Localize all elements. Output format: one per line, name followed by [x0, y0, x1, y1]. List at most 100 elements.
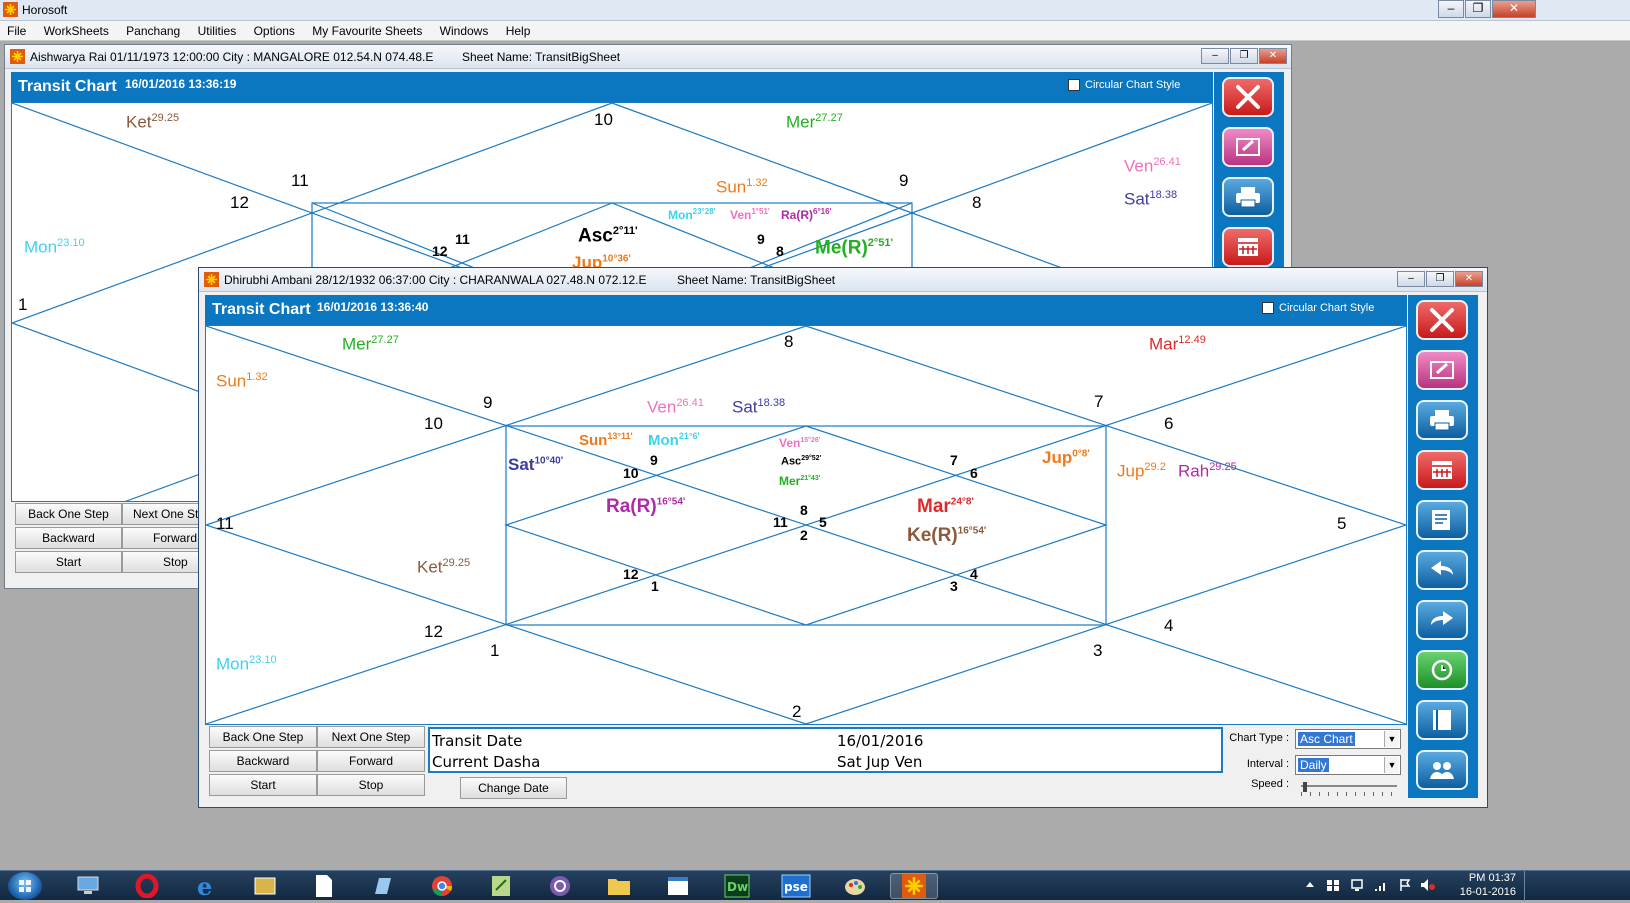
- media-taskbar-icon[interactable]: [536, 873, 584, 899]
- media-player-icon: [550, 876, 570, 896]
- people-icon: [1430, 762, 1454, 779]
- show-hidden-icons-icon[interactable]: [1305, 879, 1315, 891]
- menu-my-favourite-sheets[interactable]: My Favourite Sheets: [305, 21, 429, 38]
- action-center-flag-icon[interactable]: [1398, 878, 1412, 892]
- windows-flag-tray-icon[interactable]: [1326, 878, 1340, 892]
- forward-button[interactable]: Forward: [122, 527, 202, 549]
- change-date-button[interactable]: Change Date: [460, 777, 567, 799]
- checkbox-box[interactable]: [1068, 79, 1080, 91]
- house-number: 12: [623, 566, 639, 582]
- print-button[interactable]: [1222, 177, 1274, 217]
- windows-logo-icon: [19, 880, 31, 892]
- chart-type-value: Asc Chart: [1298, 732, 1355, 746]
- horosoft-taskbar-icon[interactable]: [890, 873, 938, 899]
- notes-button[interactable]: [1416, 500, 1468, 540]
- close-button[interactable]: ✕: [1492, 0, 1536, 18]
- ie-taskbar-icon[interactable]: e: [182, 873, 230, 899]
- next-one-step-button[interactable]: Next One Step: [122, 503, 202, 525]
- forward-arrow-button[interactable]: [1416, 600, 1468, 640]
- native-info: Aishwarya Rai 01/11/1973 12:00:00 City :…: [30, 50, 434, 64]
- clock-button[interactable]: [1416, 650, 1468, 690]
- calendar-button[interactable]: [1222, 227, 1274, 267]
- minimize-button[interactable]: –: [1397, 271, 1425, 287]
- explorer-taskbar-icon[interactable]: [595, 873, 643, 899]
- house-number: 9: [650, 452, 658, 468]
- minimize-button[interactable]: –: [1201, 48, 1229, 64]
- slider-thumb[interactable]: [1303, 782, 1307, 792]
- circular-chart-style-checkbox[interactable]: Circular Chart Style: [1262, 302, 1374, 314]
- screenshot-taskbar-icon[interactable]: [241, 873, 289, 899]
- volume-muted-icon[interactable]: [1420, 878, 1436, 892]
- editor-taskbar-icon[interactable]: [477, 873, 525, 899]
- clock-time[interactable]: PM 01:37: [1440, 872, 1516, 884]
- chrome-taskbar-icon[interactable]: [418, 873, 466, 899]
- house-number: 2: [792, 702, 802, 721]
- tools-button[interactable]: [1416, 300, 1468, 340]
- speed-slider[interactable]: [1301, 782, 1397, 798]
- notes-taskbar-icon[interactable]: [359, 873, 407, 899]
- close-button[interactable]: ✕: [1455, 271, 1483, 287]
- paint-taskbar-icon[interactable]: [831, 873, 879, 899]
- app-title: Horosoft: [22, 3, 68, 17]
- backward-button[interactable]: Backward: [15, 527, 122, 549]
- chart-type-select[interactable]: Asc Chart ▼: [1295, 729, 1401, 749]
- interval-select[interactable]: Daily ▼: [1295, 755, 1401, 775]
- show-desktop-button[interactable]: [1524, 871, 1536, 901]
- start-button[interactable]: Start: [15, 551, 122, 573]
- house-number: 12: [424, 622, 443, 641]
- menu-utilities[interactable]: Utilities: [191, 21, 244, 38]
- menu-worksheets[interactable]: WorkSheets: [37, 21, 116, 38]
- menu-windows[interactable]: Windows: [433, 21, 496, 38]
- photoshop-elements-taskbar-icon[interactable]: pse: [772, 873, 820, 899]
- signal-strength-icon[interactable]: [1374, 878, 1388, 892]
- document-taskbar-icon[interactable]: [300, 873, 348, 899]
- chart-title: Transit Chart: [18, 78, 117, 95]
- slider-track: [1301, 785, 1397, 787]
- menu-panchang[interactable]: Panchang: [119, 21, 187, 38]
- edit-button[interactable]: [1416, 350, 1468, 390]
- people-button[interactable]: [1416, 750, 1468, 790]
- close-button[interactable]: ✕: [1259, 48, 1287, 64]
- restore-button[interactable]: ❐: [1465, 0, 1491, 18]
- edit-button[interactable]: [1222, 127, 1274, 167]
- stop-button[interactable]: Stop: [122, 551, 202, 573]
- computer-taskbar-icon[interactable]: [64, 873, 112, 899]
- restore-button[interactable]: ❐: [1426, 271, 1454, 287]
- stop-button[interactable]: Stop: [317, 774, 425, 796]
- chrome-icon: [432, 876, 453, 897]
- minimize-button[interactable]: –: [1438, 0, 1464, 18]
- back-arrow-button[interactable]: [1416, 550, 1468, 590]
- chevron-down-icon[interactable]: ▼: [1384, 731, 1399, 747]
- start-button[interactable]: [8, 872, 42, 900]
- menu-help[interactable]: Help: [499, 21, 538, 38]
- house-number: 4: [1164, 616, 1174, 635]
- menu-options[interactable]: Options: [247, 21, 302, 38]
- photoshop-elements-icon: pse: [781, 874, 811, 898]
- back-one-step-button[interactable]: Back One Step: [15, 503, 122, 525]
- house-number: 6: [970, 465, 978, 481]
- calendar-button[interactable]: [1416, 450, 1468, 490]
- restore-button[interactable]: ❐: [1230, 48, 1258, 64]
- transit-date-value: 16/01/2016: [837, 732, 924, 750]
- chevron-down-icon[interactable]: ▼: [1384, 757, 1399, 773]
- paint-palette-icon: [845, 879, 865, 895]
- forward-button[interactable]: Forward: [317, 750, 425, 772]
- opera-taskbar-icon[interactable]: [123, 873, 171, 899]
- clock-date[interactable]: 16-01-2016: [1440, 886, 1516, 898]
- sheet-name: Sheet Name: TransitBigSheet: [677, 273, 836, 287]
- next-one-step-button[interactable]: Next One Step: [317, 726, 425, 748]
- checkbox-box[interactable]: [1262, 302, 1274, 314]
- book-button[interactable]: [1416, 700, 1468, 740]
- menu-file[interactable]: File: [0, 21, 33, 38]
- network-tray-icon[interactable]: [1350, 878, 1364, 892]
- backward-button[interactable]: Backward: [209, 750, 317, 772]
- start-button[interactable]: Start: [209, 774, 317, 796]
- dreamweaver-taskbar-icon[interactable]: Dw: [713, 873, 761, 899]
- print-button[interactable]: [1416, 400, 1468, 440]
- house-number: 8: [972, 193, 982, 212]
- circular-chart-style-checkbox[interactable]: Circular Chart Style: [1068, 79, 1180, 91]
- tools-button[interactable]: [1222, 77, 1274, 117]
- window-taskbar-icon[interactable]: [654, 873, 702, 899]
- chart-header: Transit Chart 16/01/2016 13:36:40 Circul…: [205, 295, 1407, 325]
- back-one-step-button[interactable]: Back One Step: [209, 726, 317, 748]
